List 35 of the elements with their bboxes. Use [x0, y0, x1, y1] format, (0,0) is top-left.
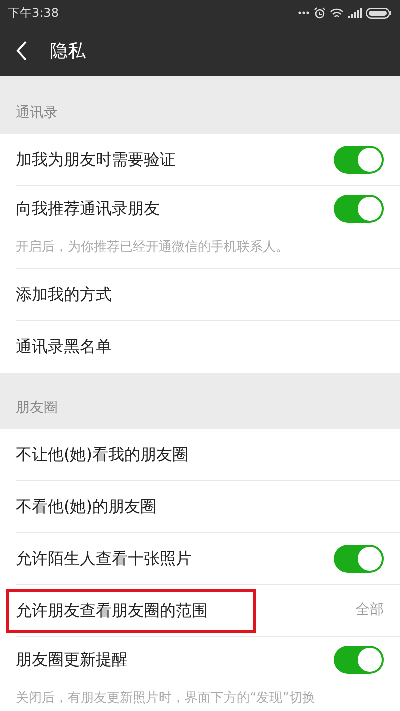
row-label: 添加我的方式	[16, 284, 112, 306]
status-time: 下午3:38	[8, 5, 59, 22]
alarm-icon	[314, 7, 326, 19]
settings-row[interactable]: 加我为朋友时需要验证	[16, 134, 400, 186]
toggle-switch[interactable]	[334, 195, 384, 223]
toggle-switch[interactable]	[334, 146, 384, 174]
row-label: 不让他(她)看我的朋友圈	[16, 444, 188, 466]
settings-row[interactable]: 允许朋友查看朋友圈的范围 全部	[16, 585, 400, 637]
settings-row[interactable]: 添加我的方式	[16, 269, 400, 321]
settings-row[interactable]: 通讯录黑名单	[16, 321, 400, 373]
row-label: 允许朋友查看朋友圈的范围	[16, 600, 208, 622]
page-title: 隐私	[50, 40, 86, 64]
battery-icon	[366, 8, 392, 18]
settings-row[interactable]: 允许陌生人查看十张照片	[16, 533, 400, 585]
row-label: 向我推荐通讯录朋友	[16, 198, 160, 220]
row-label: 不看他(她)的朋友圈	[16, 496, 156, 518]
row-label: 通讯录黑名单	[16, 336, 112, 358]
settings-row[interactable]: 不让他(她)看我的朋友圈	[16, 429, 400, 481]
settings-row[interactable]: 不看他(她)的朋友圈	[16, 481, 400, 533]
signal-icon	[348, 8, 362, 18]
back-icon	[16, 40, 28, 62]
settings-row[interactable]: 朋友圈更新提醒	[16, 637, 400, 683]
row-label: 允许陌生人查看十张照片	[16, 548, 192, 570]
settings-row[interactable]: 向我推荐通讯录朋友	[16, 186, 400, 232]
section-header: 朋友圈	[16, 400, 58, 416]
row-label: 加我为朋友时需要验证	[16, 148, 176, 170]
toggle-switch[interactable]	[334, 544, 384, 572]
section-header: 通讯录	[16, 105, 58, 121]
more-icon	[298, 11, 310, 15]
row-value: 全部	[356, 601, 384, 620]
wifi-icon	[330, 8, 344, 18]
hint-text: 关闭后，有朋友更新照片时，界面下方的“发现”切换	[16, 691, 316, 706]
hint-text: 开启后，为你推荐已经开通微信的手机联系人。	[16, 240, 289, 255]
row-label: 朋友圈更新提醒	[16, 649, 128, 671]
toggle-switch[interactable]	[334, 646, 384, 674]
